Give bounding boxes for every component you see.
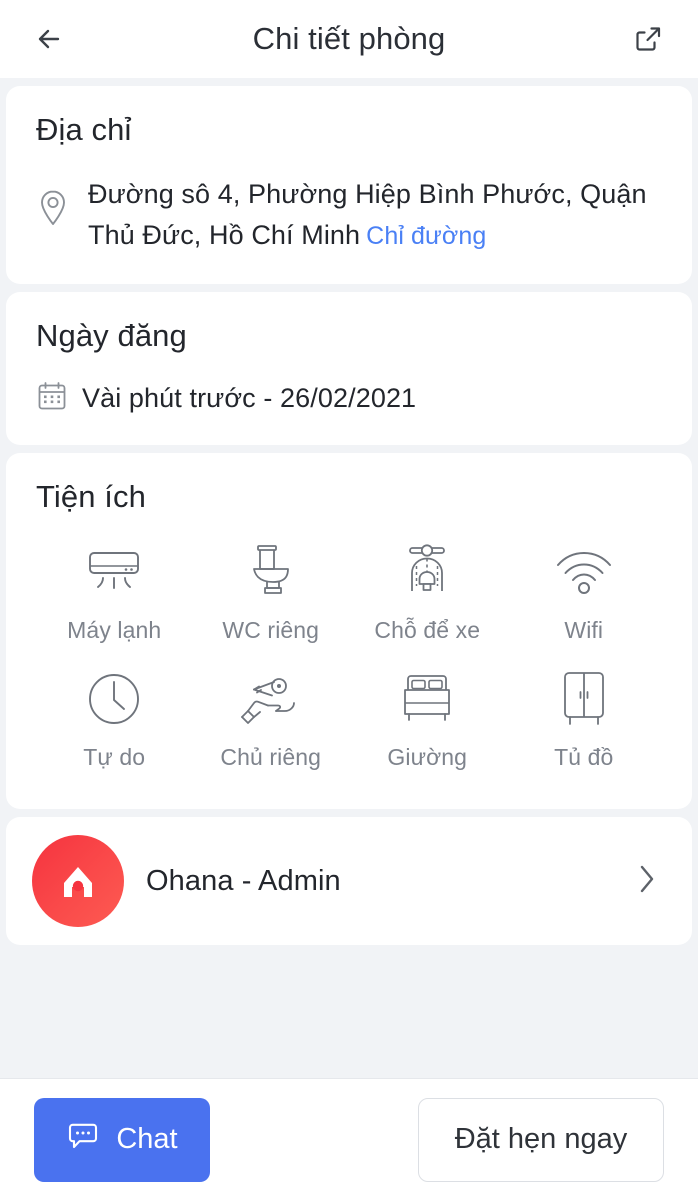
arrow-left-icon bbox=[38, 29, 60, 49]
page-title: Chi tiết phòng bbox=[252, 21, 446, 56]
back-button[interactable] bbox=[26, 15, 74, 63]
amenity-label: Chỗ để xe bbox=[374, 617, 481, 644]
amenity-item-toilet[interactable]: WC riêng bbox=[193, 541, 350, 644]
hand-key-icon bbox=[238, 668, 304, 730]
address-card: Địa chỉ Đường sô 4, Phường Hiệp Bình Phư… bbox=[6, 86, 692, 285]
air-conditioner-icon bbox=[83, 541, 145, 603]
post-date-value: Vài phút trước - 26/02/2021 bbox=[82, 383, 417, 414]
date-section-title: Ngày đăng bbox=[36, 318, 187, 354]
chat-bubble-icon bbox=[66, 1119, 100, 1161]
amenity-label: WC riêng bbox=[222, 617, 320, 644]
amenity-label: Wifi bbox=[564, 617, 604, 644]
amenity-label: Tự do bbox=[83, 744, 146, 771]
address-section-title: Địa chỉ bbox=[36, 112, 132, 147]
amenity-label: Giường bbox=[387, 744, 468, 771]
amenity-item-wardrobe[interactable]: Tủ đồ bbox=[506, 668, 663, 771]
chat-button-label: Chat bbox=[116, 1123, 178, 1155]
directions-link[interactable]: Chỉ đường bbox=[366, 222, 486, 250]
date-row: Vài phút trước - 26/02/2021 bbox=[36, 380, 662, 417]
address-text-wrap: Đường sô 4, Phường Hiệp Bình Phước, Quận… bbox=[88, 174, 662, 256]
amenities-card: Tiện ích Máy lạnh WC riêng Chỗ để xe Wif… bbox=[6, 453, 692, 810]
share-button[interactable] bbox=[624, 15, 672, 63]
post-date-card: Ngày đăng Vài phút trước - 26/02/2021 bbox=[6, 292, 692, 446]
owner-name: Ohana - Admin bbox=[146, 864, 341, 897]
amenities-grid: Máy lạnh WC riêng Chỗ để xe Wifi Tự do C… bbox=[36, 541, 662, 771]
avatar bbox=[32, 835, 124, 928]
amenity-label: Chủ riêng bbox=[220, 744, 322, 771]
scooter-icon bbox=[397, 541, 457, 603]
amenity-label: Tủ đồ bbox=[554, 744, 614, 771]
toilet-icon bbox=[242, 541, 300, 603]
amenity-item-wifi[interactable]: Wifi bbox=[506, 541, 663, 644]
clock-icon bbox=[84, 668, 144, 730]
amenity-item-bed[interactable]: Giường bbox=[349, 668, 506, 771]
amenity-label: Máy lạnh bbox=[67, 617, 162, 644]
app-header: Chi tiết phòng bbox=[0, 0, 698, 78]
chat-button[interactable]: Chat bbox=[34, 1097, 210, 1182]
address-row: Đường sô 4, Phường Hiệp Bình Phước, Quận… bbox=[36, 174, 662, 256]
wardrobe-icon bbox=[556, 668, 612, 730]
chevron-right-icon bbox=[634, 859, 666, 904]
amenity-item-private-owner[interactable]: Chủ riêng bbox=[193, 668, 350, 771]
bottom-action-bar: Chat Đặt hẹn ngay bbox=[0, 1078, 698, 1200]
amenity-item-air-conditioner[interactable]: Máy lạnh bbox=[36, 541, 193, 644]
room-detail-screen: Chi tiết phòng Địa chỉ Đường sô 4, Phườn… bbox=[0, 0, 698, 1200]
amenities-section-title: Tiện ích bbox=[36, 479, 146, 515]
content-scroll-area[interactable]: Địa chỉ Đường sô 4, Phường Hiệp Bình Phư… bbox=[0, 78, 698, 1200]
amenity-item-free-time[interactable]: Tự do bbox=[36, 668, 193, 771]
ohana-house-logo bbox=[64, 867, 92, 898]
calendar-icon bbox=[36, 380, 68, 417]
book-appointment-button[interactable]: Đặt hẹn ngay bbox=[418, 1097, 664, 1182]
wifi-icon bbox=[553, 541, 615, 603]
location-pin-icon bbox=[36, 174, 70, 233]
bed-icon bbox=[394, 668, 460, 730]
owner-card[interactable]: Ohana - Admin bbox=[6, 817, 692, 946]
external-link-icon bbox=[636, 27, 661, 51]
amenity-item-parking[interactable]: Chỗ để xe bbox=[349, 541, 506, 644]
